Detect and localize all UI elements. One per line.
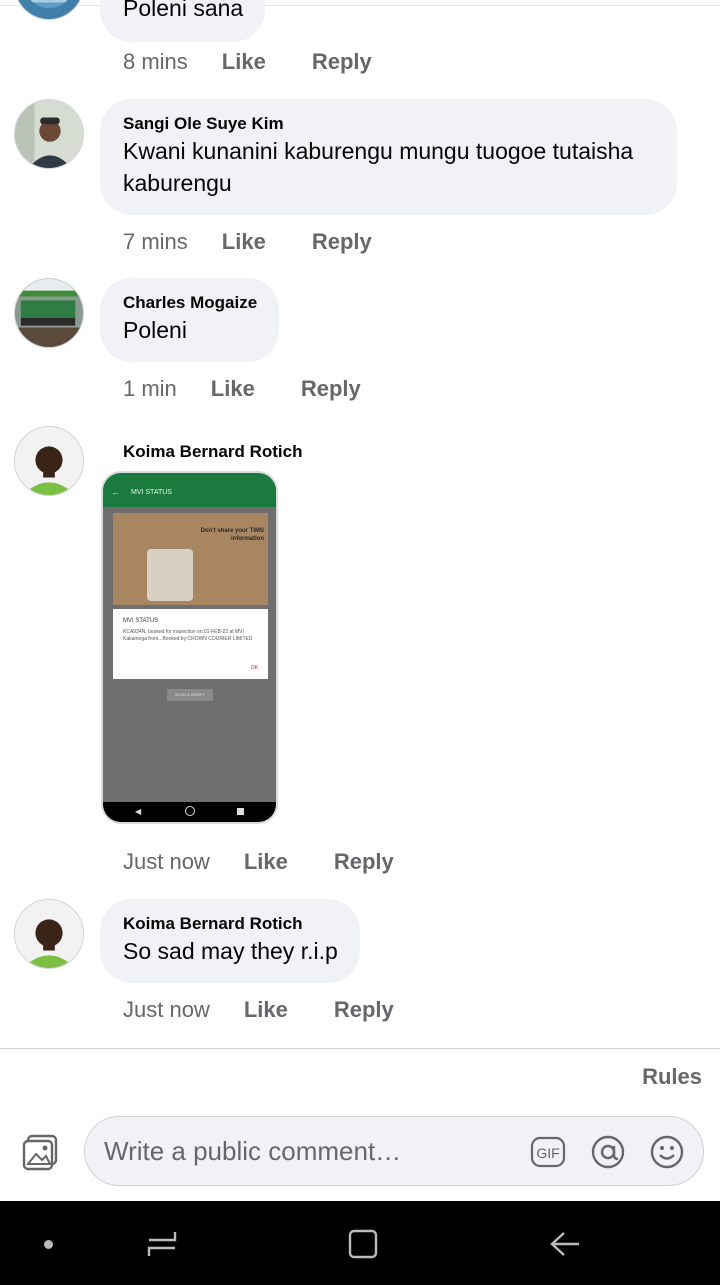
comment-meta: Just now Like Reply — [123, 849, 394, 875]
scan-button: SCAN & VERIFY — [167, 689, 213, 701]
comment-text: Poleni sana — [123, 0, 244, 21]
avatar[interactable] — [14, 899, 84, 969]
status-dialog: MVI STATUS KCA934N, booked for inspectio… — [113, 609, 268, 679]
like-button[interactable]: Like — [222, 49, 266, 75]
back-icon[interactable] — [548, 1227, 582, 1261]
reply-button[interactable]: Reply — [312, 229, 372, 255]
comment-bubble[interactable]: Koima Bernard Rotich So sad may they r.i… — [100, 899, 360, 983]
comment-author[interactable]: Koima Bernard Rotich — [123, 441, 302, 463]
comment-composer[interactable]: Write a public comment… GIF — [84, 1116, 704, 1186]
reply-button[interactable]: Reply — [312, 49, 372, 75]
comment-meta: 1 min Like Reply — [123, 376, 361, 402]
dialog-ok-button: OK — [250, 665, 258, 671]
gif-label: GIF — [536, 1145, 559, 1161]
like-button[interactable]: Like — [244, 997, 288, 1023]
phone-home-icon — [185, 806, 195, 816]
phone-back-icon: ◀ — [135, 807, 142, 816]
nav-dot-icon — [44, 1240, 53, 1249]
phone-nav-bar: ◀ — [103, 802, 276, 822]
comment-image-attachment[interactable]: ← MVI STATUS Don't share your TIMS infor… — [101, 471, 278, 824]
comment-time: 8 mins — [123, 49, 188, 74]
banner-image: Don't share your TIMS information — [113, 513, 268, 605]
emoji-icon[interactable] — [649, 1134, 685, 1170]
dialog-title: MVI STATUS — [123, 618, 159, 624]
comment-time: Just now — [123, 849, 210, 874]
like-button[interactable]: Like — [211, 376, 255, 402]
reply-button[interactable]: Reply — [334, 849, 394, 875]
photo-icon[interactable] — [22, 1133, 60, 1171]
mention-icon[interactable] — [590, 1134, 626, 1170]
comment-author[interactable]: Koima Bernard Rotich — [123, 913, 338, 935]
composer-divider — [0, 1048, 720, 1049]
banner-text: Don't share your TIMS information — [200, 528, 264, 542]
comment-input[interactable]: Write a public comment… — [104, 1136, 401, 1167]
phone-recent-icon — [237, 808, 244, 815]
gif-icon[interactable]: GIF — [530, 1134, 566, 1170]
app-title: MVI STATUS — [131, 489, 172, 496]
reply-button[interactable]: Reply — [301, 376, 361, 402]
rules-link[interactable]: Rules — [642, 1064, 702, 1090]
comment-author[interactable]: Sangi Ole Suye Kim — [123, 113, 655, 135]
comment-meta: 8 mins Like Reply — [123, 49, 372, 75]
reply-button[interactable]: Reply — [334, 997, 394, 1023]
comment-text: Poleni — [123, 317, 187, 343]
home-icon[interactable] — [346, 1227, 380, 1261]
avatar[interactable] — [14, 99, 84, 169]
like-button[interactable]: Like — [222, 229, 266, 255]
avatar[interactable] — [14, 0, 84, 20]
avatar[interactable] — [14, 278, 84, 348]
back-arrow-icon: ← — [111, 487, 120, 497]
comment-author[interactable]: Charles Mogaize — [123, 292, 257, 314]
comment-meta: 7 mins Like Reply — [123, 229, 372, 255]
dialog-text: KCA934N, booked for inspection on:01-FEB… — [123, 629, 253, 642]
comment-time: Just now — [123, 997, 210, 1022]
comment-time: 1 min — [123, 376, 177, 401]
comment-meta: Just now Like Reply — [123, 997, 394, 1023]
comment-bubble[interactable]: Sangi Ole Suye Kim Kwani kunanini kabure… — [100, 99, 677, 215]
system-nav-bar — [0, 1201, 720, 1285]
recent-apps-icon[interactable] — [145, 1227, 179, 1261]
comment-bubble[interactable]: Poleni sana — [100, 0, 266, 42]
like-button[interactable]: Like — [244, 849, 288, 875]
comment-time: 7 mins — [123, 229, 188, 254]
avatar[interactable] — [14, 426, 84, 496]
comment-text: So sad may they r.i.p — [123, 938, 338, 964]
comment-text: Kwani kunanini kaburengu mungu tuogoe tu… — [123, 138, 634, 196]
app-header: ← MVI STATUS — [103, 473, 276, 507]
comment-bubble[interactable]: Charles Mogaize Poleni — [100, 278, 280, 362]
